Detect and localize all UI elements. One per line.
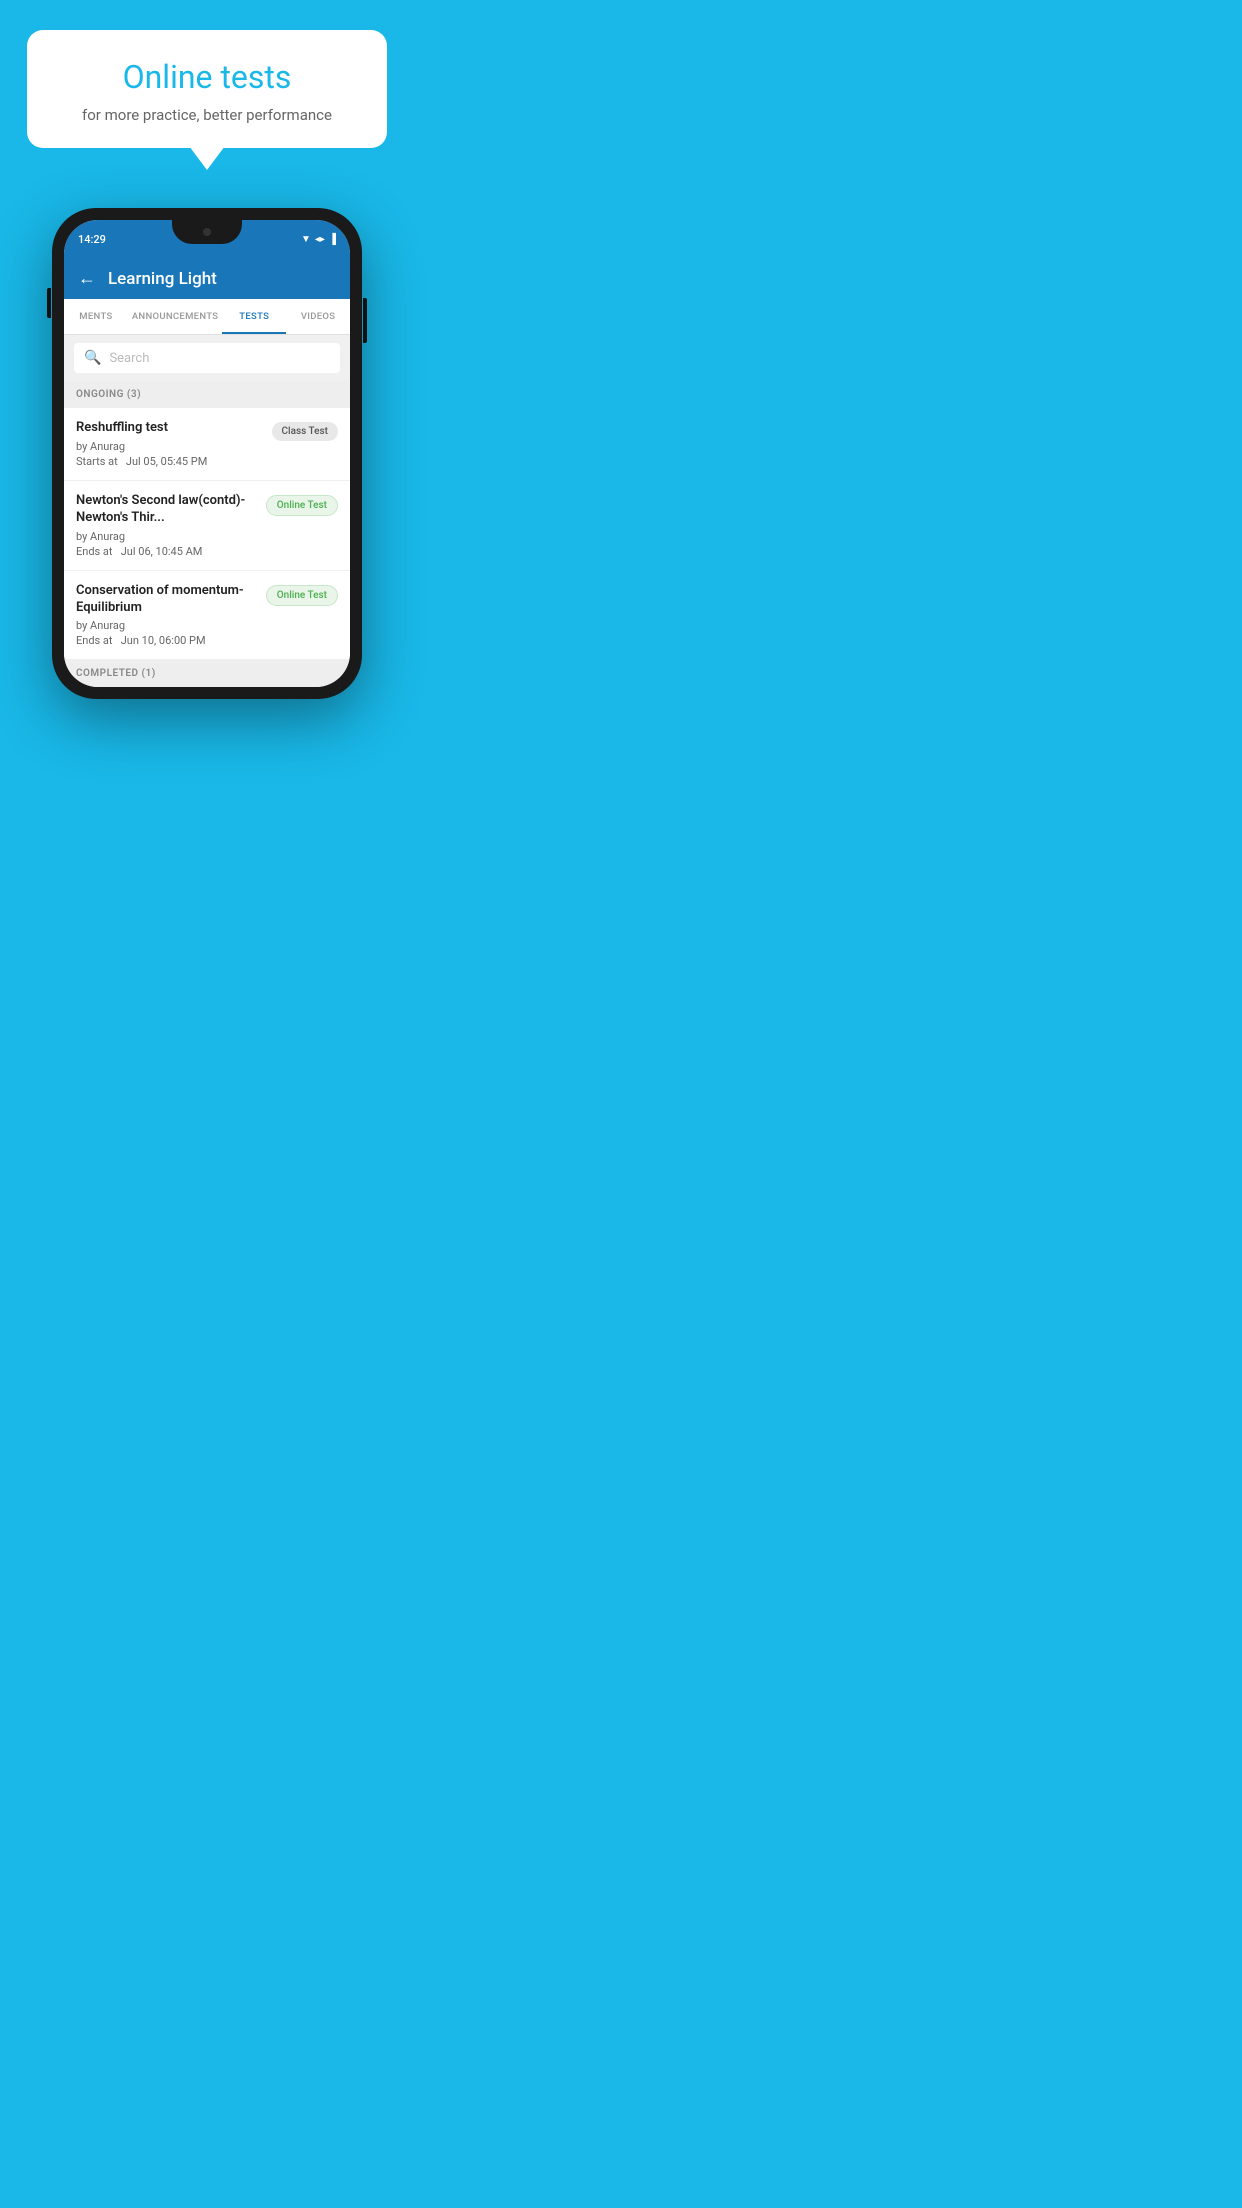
test-date: Starts at Jul 05, 05:45 PM [76,455,262,468]
search-input[interactable]: Search [109,351,149,366]
bubble-title: Online tests [59,58,355,96]
test-by: by Anurag [76,530,256,543]
battery-icon: ▐ [329,234,336,245]
test-item[interactable]: Newton's Second law(contd)-Newton's Thir… [64,481,350,571]
search-icon: 🔍 [84,350,101,366]
test-by: by Anurag [76,619,256,632]
tabs-bar: MENTS ANNOUNCEMENTS TESTS VIDEOS [64,299,350,335]
test-name: Conservation of momentum-Equilibrium [76,583,256,617]
wifi-icon: ▼ [301,234,311,245]
test-date: Ends at Jun 10, 06:00 PM [76,634,256,647]
test-badge-online: Online Test [266,585,338,606]
notch-cutout [172,220,242,244]
app-title: Learning Light [108,269,217,289]
search-bar[interactable]: 🔍 Search [74,343,340,373]
test-badge-online: Online Test [266,495,338,516]
section-completed-header: COMPLETED (1) [64,660,350,687]
signal-icon: ◂▸ [315,234,325,245]
test-item[interactable]: Conservation of momentum-Equilibrium by … [64,571,350,661]
test-item[interactable]: Reshuffling test by Anurag Starts at Jul… [64,408,350,481]
status-bar: 14:29 ▼ ◂▸ ▐ [64,220,350,258]
test-date: Ends at Jul 06, 10:45 AM [76,545,256,558]
phone-wrapper: 14:29 ▼ ◂▸ ▐ ← Learning Light MENTS [52,208,362,699]
app-header: ← Learning Light [64,258,350,299]
test-info: Newton's Second law(contd)-Newton's Thir… [76,493,256,558]
test-name: Newton's Second law(contd)-Newton's Thir… [76,493,256,527]
tab-announcements[interactable]: ANNOUNCEMENTS [128,299,223,334]
camera-dot [203,228,211,236]
phone-screen: 14:29 ▼ ◂▸ ▐ ← Learning Light MENTS [64,220,350,687]
test-badge-class: Class Test [272,422,338,441]
tab-tests[interactable]: TESTS [222,299,286,334]
speech-bubble-area: Online tests for more practice, better p… [0,0,414,158]
section-ongoing-header: ONGOING (3) [64,381,350,408]
bubble-subtitle: for more practice, better performance [59,106,355,124]
test-info: Reshuffling test by Anurag Starts at Jul… [76,420,262,468]
test-name: Reshuffling test [76,420,262,437]
status-time: 14:29 [78,233,106,246]
tab-ments[interactable]: MENTS [64,299,128,334]
search-container: 🔍 Search [64,335,350,381]
status-icons: ▼ ◂▸ ▐ [301,234,336,245]
phone-outer: 14:29 ▼ ◂▸ ▐ ← Learning Light MENTS [52,208,362,699]
test-by: by Anurag [76,440,262,453]
tab-videos[interactable]: VIDEOS [286,299,350,334]
test-info: Conservation of momentum-Equilibrium by … [76,583,256,648]
back-button[interactable]: ← [78,268,96,289]
test-list: Reshuffling test by Anurag Starts at Jul… [64,408,350,660]
speech-bubble: Online tests for more practice, better p… [27,30,387,148]
